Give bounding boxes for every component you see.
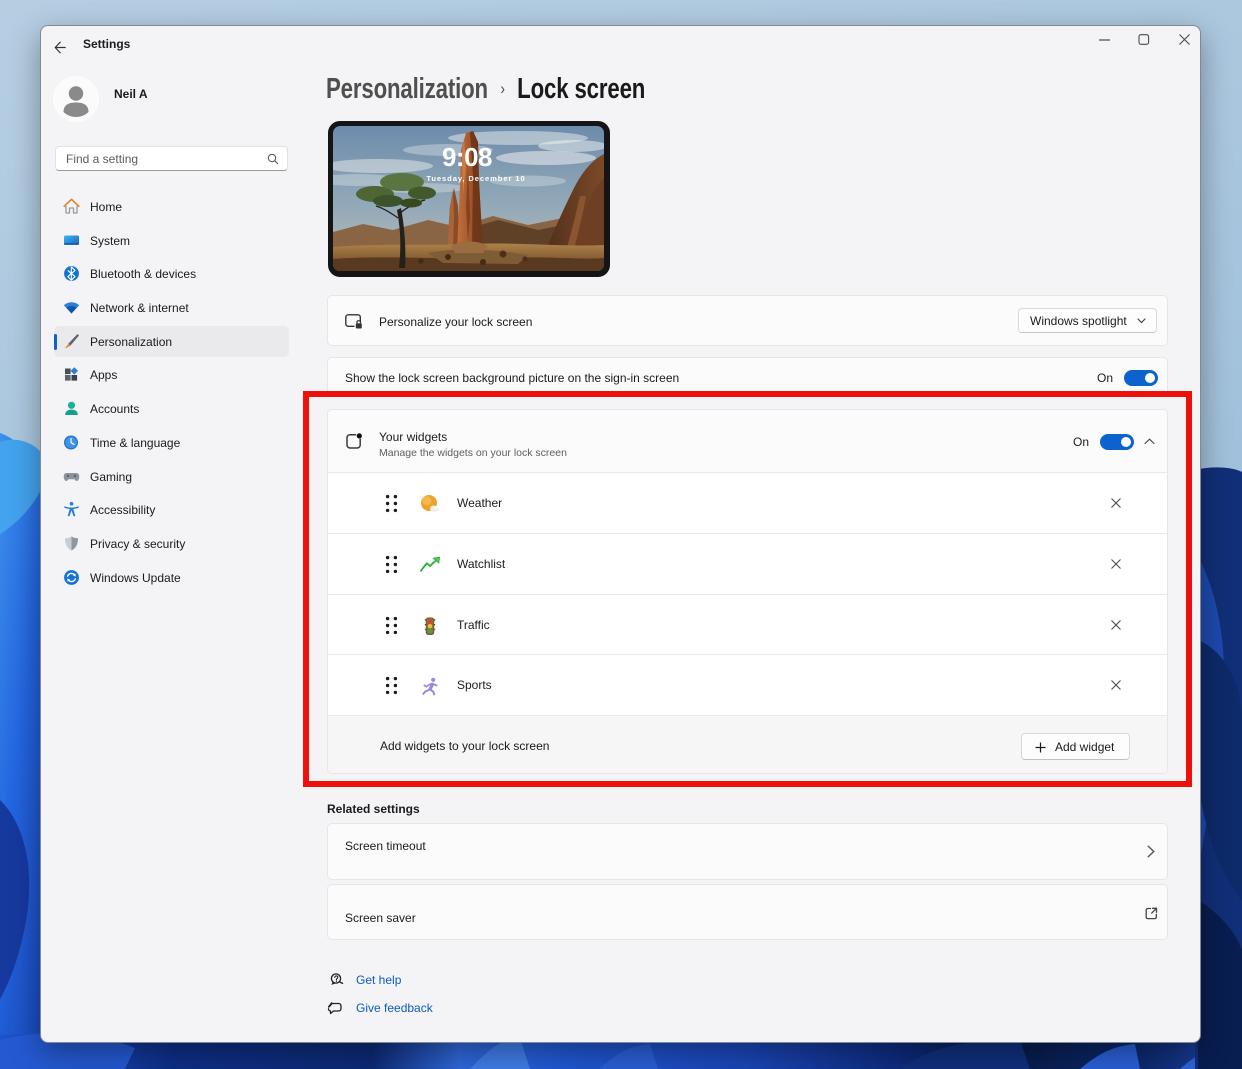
svg-text:Tuesday, December 10: Tuesday, December 10 [426, 174, 525, 183]
svg-text:9:08: 9:08 [442, 142, 492, 172]
